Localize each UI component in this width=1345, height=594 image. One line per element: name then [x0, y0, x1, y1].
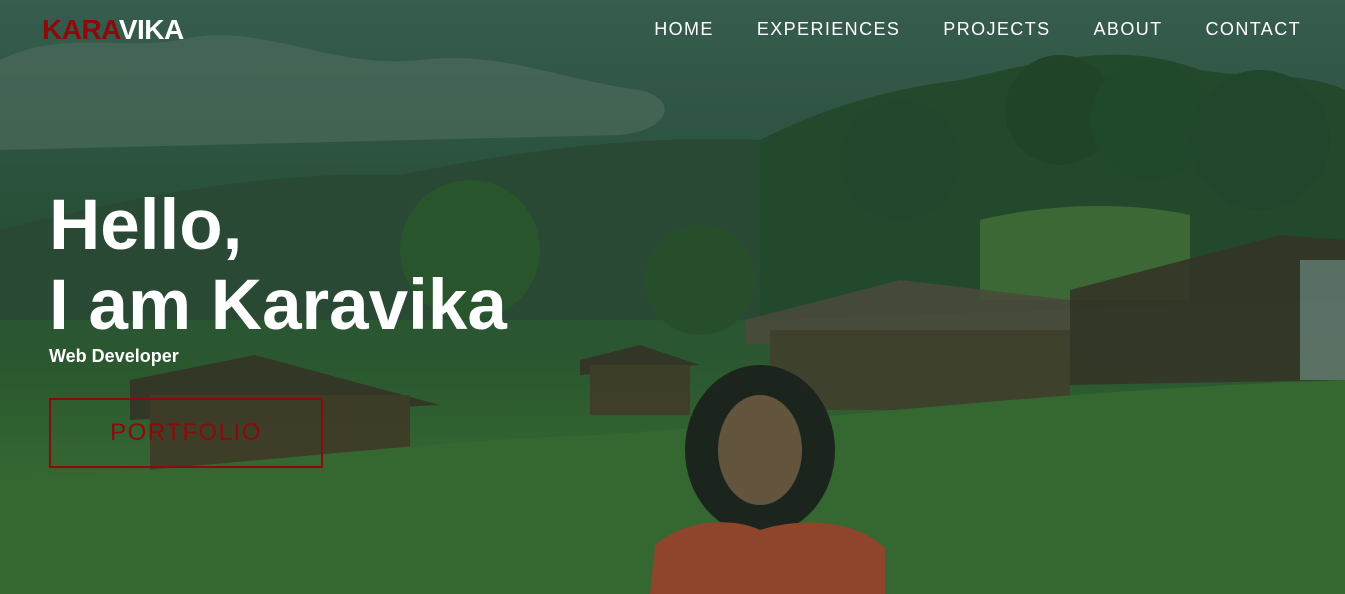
main-nav: HOME EXPERIENCES PROJECTS ABOUT CONTACT [611, 17, 1301, 41]
hero-greeting: Hello, [49, 186, 243, 265]
hero-subtitle: Web Developer [49, 346, 179, 366]
nav-home[interactable]: HOME [654, 17, 714, 41]
nav-contact[interactable]: CONTACT [1206, 17, 1301, 41]
nav-experiences[interactable]: EXPERIENCES [757, 17, 900, 41]
hero-headline: Hello, I am Karavika [49, 186, 507, 346]
nav-projects[interactable]: PROJECTS [943, 17, 1050, 41]
site-logo[interactable]: KARAVIKA [42, 14, 184, 46]
logo-part-1: KARA [42, 14, 119, 45]
nav-about[interactable]: ABOUT [1094, 17, 1163, 41]
portfolio-button[interactable]: PORTFOLIO [49, 398, 323, 468]
hero-name: I am Karavika [49, 266, 507, 345]
logo-part-2: VIKA [118, 14, 184, 45]
